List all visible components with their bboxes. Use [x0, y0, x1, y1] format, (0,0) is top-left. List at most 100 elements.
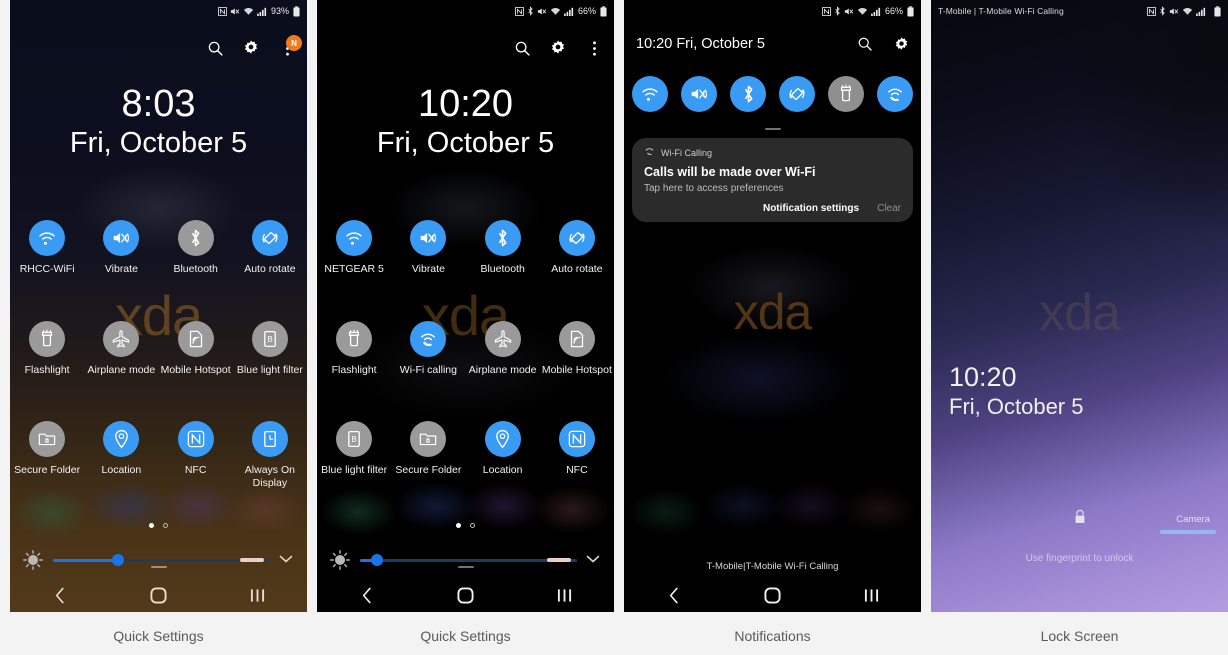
clear-button[interactable]: Clear	[877, 203, 901, 214]
tile-blue-light-filter[interactable]: B Blue light filter	[233, 321, 307, 377]
recents-icon[interactable]	[515, 588, 614, 603]
tile-label: NETGEAR 5	[324, 263, 384, 275]
svg-text:B: B	[351, 435, 356, 444]
tile-vibrate[interactable]: Vibrate	[84, 220, 158, 276]
mute-icon	[844, 7, 854, 16]
tile-rhcc-wifi[interactable]: RHCC-WiFi	[10, 220, 84, 276]
brightness-slider[interactable]	[360, 554, 577, 566]
tile-airplane-mode[interactable]: Airplane mode	[84, 321, 158, 377]
page-dot-active[interactable]	[456, 523, 461, 528]
signal-icon	[257, 7, 267, 16]
notification-settings-button[interactable]: Notification settings	[763, 203, 859, 214]
wifi-calling-icon	[410, 321, 447, 357]
search-icon[interactable]	[855, 34, 875, 54]
header-datetime: 10:20 Fri, October 5	[636, 36, 765, 52]
quick-toggle-flashlight[interactable]	[828, 76, 864, 112]
phone-screen-notifications: 66% 10:20 Fri, October 5 Wi-Fi Calling C…	[624, 0, 921, 612]
panel-drag-handle[interactable]	[764, 128, 781, 130]
search-icon[interactable]	[205, 38, 225, 58]
tile-nfc[interactable]: NFC	[159, 421, 233, 490]
battery-percent-label: 66%	[884, 6, 903, 16]
home-icon[interactable]	[416, 586, 515, 604]
tile-blue-light-filter[interactable]: B Blue light filter	[317, 421, 391, 477]
quick-toggle-wifi[interactable]	[632, 76, 668, 112]
tile-label: Blue light filter	[321, 464, 388, 476]
tile-bluetooth[interactable]: Bluetooth	[466, 220, 540, 276]
back-icon[interactable]	[10, 587, 109, 604]
flashlight-icon	[29, 321, 66, 357]
quick-toggle-vibrate[interactable]	[681, 76, 717, 112]
lock-screen-clock: 10:20 Fri, October 5	[949, 362, 1083, 421]
tile-airplane-mode[interactable]: Airplane mode	[466, 321, 540, 377]
back-icon[interactable]	[624, 587, 723, 604]
back-icon[interactable]	[317, 587, 416, 604]
quick-toggle-bluetooth[interactable]	[730, 76, 766, 112]
home-icon[interactable]	[723, 586, 822, 604]
status-bar-icons	[1147, 5, 1221, 17]
tile-flashlight[interactable]: Flashlight	[317, 321, 391, 377]
gear-icon[interactable]	[891, 34, 911, 54]
tile-netgear-wifi[interactable]: NETGEAR 5	[317, 220, 391, 276]
tile-location[interactable]: Location	[84, 421, 158, 490]
airplane-icon	[484, 321, 521, 357]
quick-toggle-auto-rotate[interactable]	[779, 76, 815, 112]
page-dot-active[interactable]	[149, 523, 154, 528]
drag-handle[interactable]	[457, 566, 474, 568]
vibrate-icon	[410, 220, 447, 256]
clock-date: Fri, October 5	[376, 126, 555, 159]
recents-icon[interactable]	[822, 588, 921, 603]
camera-shortcut-label[interactable]: Camera	[1176, 514, 1210, 525]
tile-label: RHCC-WiFi	[19, 263, 75, 275]
battery-icon	[907, 5, 914, 17]
notification-card[interactable]: Wi-Fi Calling Calls will be made over Wi…	[632, 138, 913, 222]
search-icon[interactable]	[512, 38, 532, 58]
tile-secure-folder[interactable]: Secure Folder	[391, 421, 465, 477]
quick-settings-tiles-row-2: Flashlight Airplane mode Mobile Hotspot	[10, 321, 307, 377]
tile-bluetooth[interactable]: Bluetooth	[159, 220, 233, 276]
tile-label: Flashlight	[331, 364, 377, 376]
tile-label: Secure Folder	[395, 464, 462, 476]
quick-toggle-wifi-calling[interactable]	[877, 76, 913, 112]
home-icon[interactable]	[109, 586, 208, 604]
svg-text:B: B	[267, 335, 272, 344]
tile-nfc[interactable]: NFC	[540, 421, 614, 477]
gear-icon[interactable]	[241, 38, 261, 58]
tile-wifi-calling[interactable]: Wi-Fi calling	[391, 321, 465, 377]
tile-auto-rotate[interactable]: Auto rotate	[540, 220, 614, 276]
auto-rotate-icon	[251, 220, 288, 256]
battery-icon	[1214, 5, 1221, 17]
chevron-down-icon[interactable]	[279, 551, 295, 569]
mute-icon	[537, 7, 547, 16]
tile-auto-rotate[interactable]: Auto rotate	[233, 220, 307, 276]
tile-label: Flashlight	[24, 364, 70, 376]
wifi-icon	[243, 7, 254, 16]
chevron-down-icon[interactable]	[586, 551, 602, 569]
battery-icon	[600, 5, 607, 17]
page-dot[interactable]	[470, 523, 475, 528]
caption-panel-1: Quick Settings	[113, 628, 204, 644]
more-vertical-icon[interactable]: N	[277, 35, 302, 58]
secure-folder-icon	[410, 421, 447, 457]
quick-settings-tiles-row-3: Secure Folder Location NFC Always On Dis…	[10, 421, 307, 490]
more-vertical-icon[interactable]	[584, 38, 604, 58]
tile-location[interactable]: Location	[466, 421, 540, 477]
tile-label: Always On Display	[244, 464, 295, 489]
tile-label: Location	[101, 464, 142, 476]
brightness-icon	[22, 549, 44, 571]
drag-handle[interactable]	[150, 566, 167, 568]
page-dot[interactable]	[163, 523, 168, 528]
lock-icon	[1073, 509, 1086, 530]
tile-vibrate[interactable]: Vibrate	[391, 220, 465, 276]
tile-always-on-display[interactable]: Always On Display	[233, 421, 307, 490]
recents-icon[interactable]	[208, 588, 307, 603]
camera-shortcut-handle[interactable]	[1160, 530, 1216, 534]
tile-secure-folder[interactable]: Secure Folder	[10, 421, 84, 490]
tile-mobile-hotspot[interactable]: Mobile Hotspot	[540, 321, 614, 377]
quick-settings-tiles-row-2: Flashlight Wi-Fi calling Airplane mode M…	[317, 321, 614, 377]
tile-label: Bluetooth	[480, 263, 525, 275]
tile-flashlight[interactable]: Flashlight	[10, 321, 84, 377]
tile-mobile-hotspot[interactable]: Mobile Hotspot	[159, 321, 233, 377]
gear-icon[interactable]	[548, 38, 568, 58]
brightness-slider[interactable]	[53, 554, 270, 566]
tile-label: Airplane mode	[468, 364, 537, 376]
